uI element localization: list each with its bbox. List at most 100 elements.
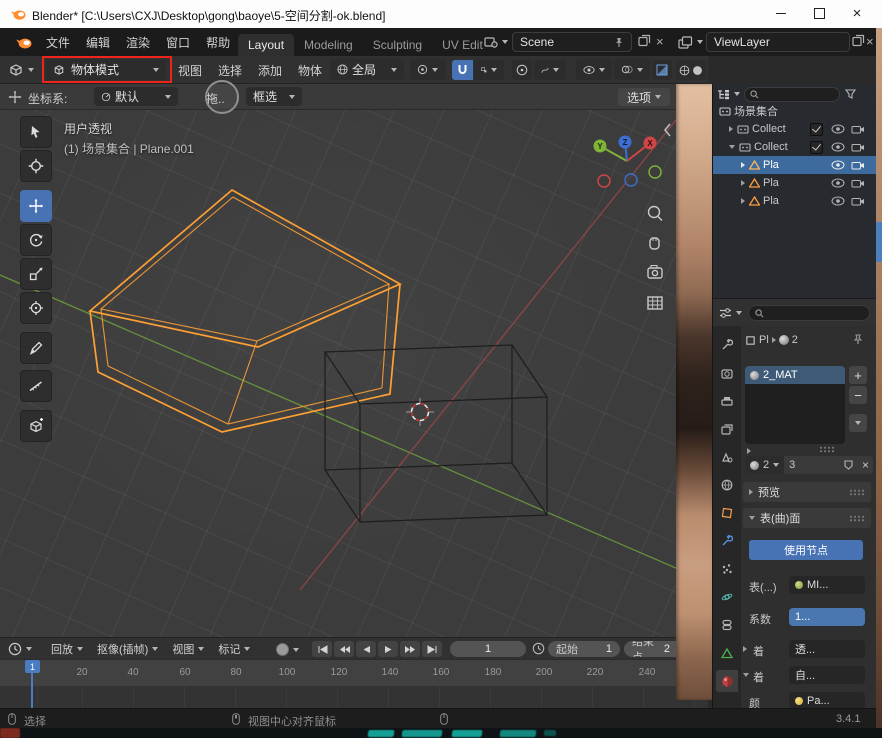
fake-user-shield-icon[interactable] [844, 460, 853, 470]
expand-icon[interactable] [729, 126, 733, 132]
tab-view-layer[interactable] [716, 418, 738, 440]
scene-name-field[interactable]: Scene [512, 32, 632, 52]
preview-section-header[interactable]: 预览 [743, 482, 871, 502]
breadcrumb-object[interactable]: Pl [759, 334, 769, 346]
proportional-edit-toggle[interactable] [512, 60, 532, 80]
navigation-gizmo[interactable]: Y Z X [594, 136, 662, 188]
editor-type-button[interactable] [8, 59, 34, 81]
tab-object-data[interactable] [716, 642, 738, 664]
outliner-row-plane-3[interactable]: Pla [713, 192, 877, 210]
menu-help[interactable]: 帮助 [198, 28, 238, 56]
maximize-button[interactable] [800, 0, 838, 27]
collapse-icon[interactable] [729, 145, 735, 149]
menu-marker[interactable]: 标记 [211, 638, 257, 660]
tool-add-cube[interactable] [20, 410, 52, 442]
camera-render-icon[interactable] [851, 160, 865, 170]
scene-copy-button[interactable] [638, 34, 651, 47]
tab-modifiers[interactable] [716, 530, 738, 552]
shading-mode-group[interactable] [676, 60, 706, 80]
viewlayer-selector-icon[interactable] [678, 32, 703, 52]
tab-scene[interactable] [716, 446, 738, 468]
expand-icon[interactable] [743, 646, 747, 652]
workspace-tab-sculpting[interactable]: Sculpting [363, 34, 432, 56]
frame-start-field[interactable]: 起始 1 [548, 641, 620, 657]
visibility-dropdown[interactable] [576, 59, 612, 80]
pin-icon[interactable] [614, 37, 624, 48]
viewlayer-remove-button[interactable]: × [866, 34, 874, 49]
expand-icon[interactable] [741, 180, 745, 186]
tab-tool[interactable] [716, 334, 738, 356]
material-icon[interactable] [779, 335, 789, 345]
viewport-3d[interactable]: Y Z X 用户透视 (1) 场景集合 | Plane.001 [0, 110, 708, 637]
snap-toggle-button[interactable] [452, 60, 473, 80]
tool-transform[interactable] [20, 292, 52, 324]
camera-render-icon[interactable] [851, 196, 865, 206]
timeline-editor-type-button[interactable] [8, 642, 32, 656]
camera-view-button[interactable] [648, 266, 662, 279]
play-reverse-button[interactable] [356, 641, 376, 657]
tab-output[interactable] [716, 390, 738, 412]
use-nodes-button[interactable]: 使用节点 [749, 540, 863, 560]
eye-icon[interactable] [831, 142, 845, 152]
camera-render-icon[interactable] [851, 178, 865, 188]
resize-grip[interactable] [819, 446, 835, 453]
outliner-editor-type-button[interactable] [717, 89, 740, 100]
properties-search-input[interactable] [748, 305, 870, 321]
tool-rotate[interactable] [20, 224, 52, 256]
collection-exclude-checkbox[interactable] [810, 123, 823, 136]
tool-cursor[interactable] [20, 150, 52, 182]
expand-icon[interactable] [741, 198, 745, 204]
snap-settings-dropdown[interactable] [474, 60, 504, 80]
filter-icon[interactable] [845, 89, 856, 99]
object-icon[interactable] [745, 335, 756, 346]
menu-edit[interactable]: 编辑 [78, 28, 118, 56]
ortho-grid-button[interactable] [648, 297, 662, 309]
slot-specials-button[interactable] [849, 414, 867, 432]
surface-section-header[interactable]: 表(曲)面 [743, 508, 871, 528]
current-frame-field[interactable]: 1 [450, 641, 526, 657]
prev-keyframe-button[interactable] [334, 641, 354, 657]
menu-playback[interactable]: 回放 [44, 638, 90, 660]
browse-material-button[interactable]: 2 [745, 456, 784, 474]
menu-render[interactable]: 渲染 [118, 28, 158, 56]
pin-icon[interactable] [853, 334, 863, 345]
tool-move[interactable] [20, 190, 52, 222]
tab-particles[interactable] [716, 558, 738, 580]
black-wireframe-object[interactable] [325, 345, 547, 522]
breadcrumb-material[interactable]: 2 [792, 334, 798, 346]
camera-render-icon[interactable] [851, 124, 865, 134]
tool-annotate[interactable] [20, 332, 52, 364]
outliner-row-scene-collection[interactable]: 场景集合 [713, 102, 877, 120]
blender-menu-logo-icon[interactable] [15, 36, 32, 49]
tab-render[interactable] [716, 362, 738, 384]
eye-icon[interactable] [831, 196, 845, 206]
scene-unlink-button[interactable]: × [656, 34, 664, 49]
outliner-row-plane-selected[interactable]: Pla [713, 156, 877, 174]
options-button[interactable]: 选项 [618, 88, 670, 106]
coord-system-dropdown[interactable]: 默认 [94, 87, 178, 106]
outliner-search-input[interactable] [744, 87, 840, 102]
use-preview-range-toggle[interactable] [532, 642, 545, 655]
minimize-button[interactable] [762, 0, 800, 27]
workspace-tab-modeling[interactable]: Modeling [294, 34, 363, 56]
tab-constraints[interactable] [716, 614, 738, 636]
transform-orientation-dropdown[interactable]: 全局 [330, 59, 404, 80]
timeline-ruler[interactable]: 20 40 60 80 100 120 140 160 180 200 220 … [0, 659, 708, 686]
collapse-icon[interactable] [743, 673, 749, 677]
remove-slot-button[interactable]: − [849, 386, 867, 404]
menu-window[interactable]: 窗口 [158, 28, 198, 56]
factor-slider[interactable]: 1... [789, 608, 865, 626]
jump-to-start-button[interactable] [312, 641, 332, 657]
tab-material[interactable] [716, 670, 738, 692]
unlink-material-button[interactable]: × [858, 456, 873, 474]
outliner-row-plane-2[interactable]: Pla [713, 174, 877, 192]
eye-icon[interactable] [831, 178, 845, 188]
menu-keying[interactable]: 抠像(插帧) [90, 638, 165, 660]
properties-editor-type-button[interactable] [719, 307, 742, 319]
shader1-dropdown[interactable]: 透... [789, 640, 865, 658]
next-keyframe-button[interactable] [400, 641, 420, 657]
material-slot-selected[interactable]: 2_MAT [745, 366, 845, 384]
tab-world[interactable] [716, 474, 738, 496]
slot-list-expand-icon[interactable] [747, 448, 751, 454]
pivot-point-dropdown[interactable] [410, 59, 446, 80]
